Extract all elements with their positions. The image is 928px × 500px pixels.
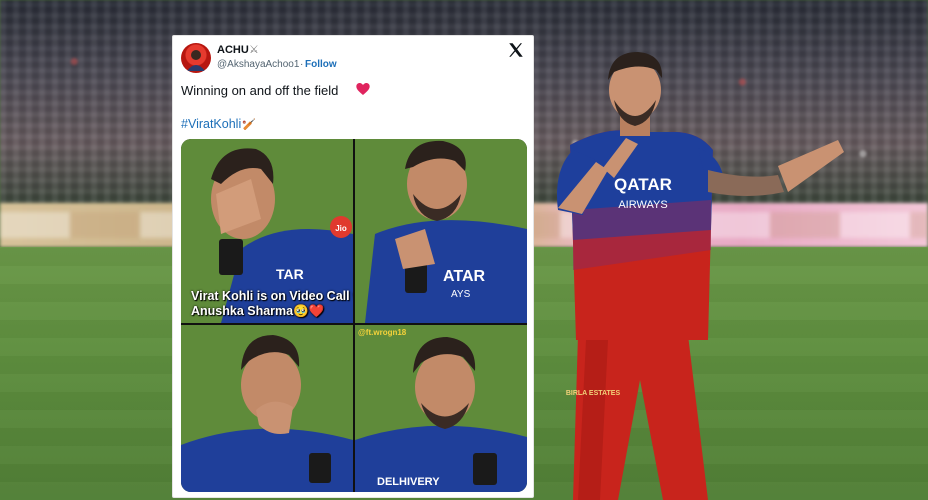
media-photo-2[interactable]: ATAR AYS bbox=[355, 139, 527, 323]
red-heart-icon bbox=[356, 83, 370, 95]
cricket-bat-icon: 🏏 bbox=[242, 119, 256, 131]
jersey-jio-logo: Jio bbox=[335, 224, 347, 233]
author-name[interactable]: ACHU bbox=[217, 44, 249, 56]
jersey-sponsor-text: QATAR bbox=[614, 175, 672, 194]
media-photo-1[interactable]: Jio TAR Virat Kohli is on Video Call wit… bbox=[181, 139, 353, 323]
follow-button[interactable]: Follow bbox=[305, 59, 337, 70]
svg-text:TAR: TAR bbox=[276, 266, 304, 282]
svg-text:ATAR: ATAR bbox=[443, 268, 486, 285]
media-photo-3[interactable] bbox=[181, 325, 353, 492]
media-photo-4[interactable]: DELHIVERY bbox=[355, 325, 527, 492]
jersey-delhivery-text: DELHIVERY bbox=[377, 476, 440, 488]
author-handle[interactable]: @AkshayaAchoo1 bbox=[217, 59, 299, 70]
media-watermark: @ft.wrogn18 bbox=[358, 328, 407, 337]
tweet-text: Winning on and off the field bbox=[181, 83, 339, 98]
avatar[interactable] bbox=[181, 43, 211, 73]
handle-separator: · bbox=[300, 59, 304, 70]
hashtag-link[interactable]: #ViratKohli bbox=[181, 117, 241, 131]
crossed-swords-icon: ⚔ bbox=[249, 44, 259, 56]
player-figure: QATAR AIRWAYS BIRLA ESTATES bbox=[557, 52, 844, 500]
tweet-card[interactable]: ACHU ⚔ @AkshayaAchoo1 · Follow Winning o… bbox=[172, 35, 534, 498]
trouser-logo-text: BIRLA ESTATES bbox=[566, 390, 621, 397]
tweet-media-grid[interactable]: Jio TAR Virat Kohli is on Video Call wit… bbox=[181, 139, 527, 492]
svg-text:AYS: AYS bbox=[451, 289, 471, 300]
jersey-sponsor-subtext: AIRWAYS bbox=[618, 199, 667, 211]
x-logo-icon[interactable] bbox=[507, 41, 525, 59]
media-caption: Virat Kohli is on Video Call with Anushk… bbox=[191, 289, 353, 318]
